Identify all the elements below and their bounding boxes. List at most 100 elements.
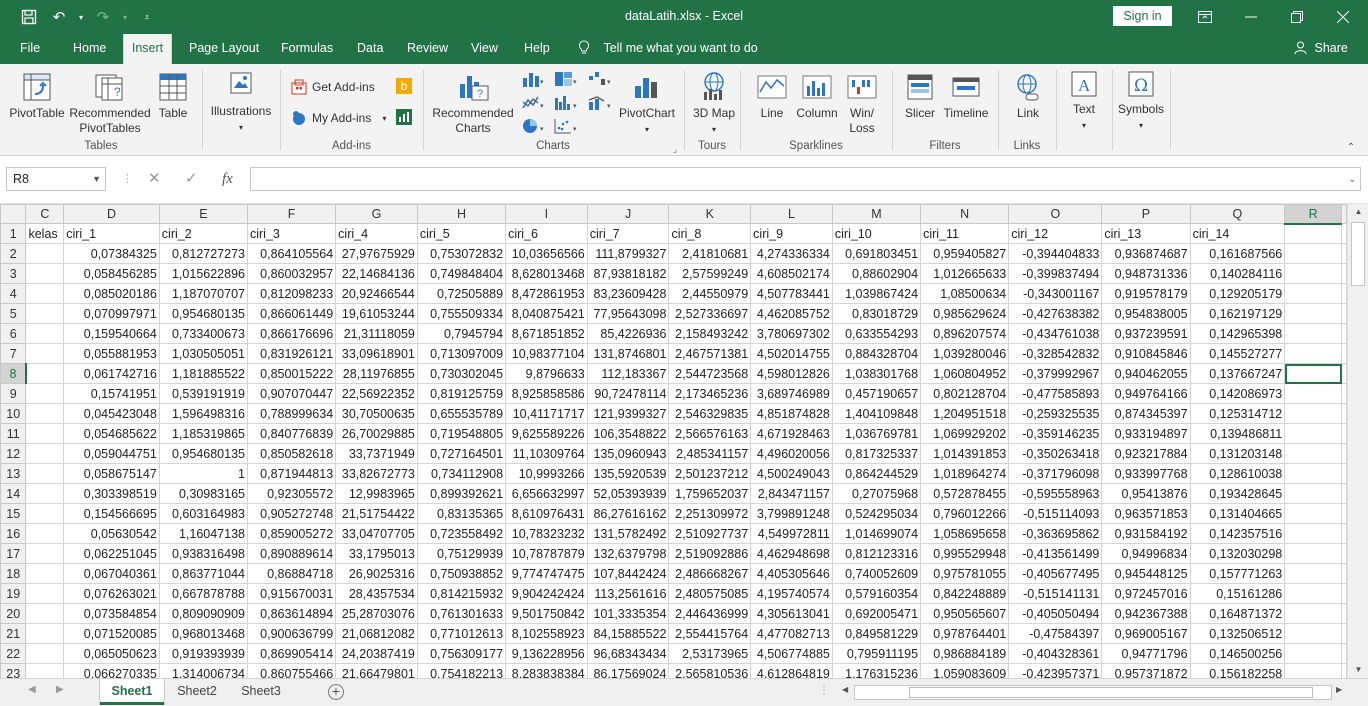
grid-cell[interactable]: 0,579160354 [831, 583, 922, 604]
slicer-button[interactable]: Slicer [900, 72, 940, 121]
grid-cell[interactable]: ciri_13 [1101, 223, 1191, 244]
hierarchy-chart-icon[interactable]: ▾ [553, 70, 579, 90]
row-header[interactable]: 23 [0, 663, 27, 678]
column-header[interactable]: O [1008, 204, 1103, 224]
grid-cell[interactable] [1341, 523, 1347, 544]
grid-cell[interactable]: 1,204951518 [920, 403, 1010, 424]
grid-cell[interactable] [1284, 583, 1342, 604]
grid-cell[interactable]: 4,500249043 [750, 463, 833, 484]
grid-cell[interactable]: ciri_14 [1189, 223, 1286, 244]
grid-cell[interactable]: 0,15161286 [1189, 583, 1286, 604]
grid-cell[interactable]: 0,954680135 [158, 443, 248, 464]
tab-insert[interactable]: Insert [123, 34, 172, 64]
grid-cell[interactable]: 112,183367 [586, 363, 670, 384]
grid-cell[interactable]: 0,691803451 [831, 243, 922, 264]
grid-cell[interactable] [1341, 283, 1347, 304]
grid-cell[interactable]: 0,132506512 [1189, 623, 1286, 644]
grid-cell[interactable]: 0,755509334 [416, 303, 507, 324]
grid-cell[interactable]: 0,062251045 [63, 543, 160, 564]
grid-cell[interactable]: ciri_12 [1008, 223, 1103, 244]
row-header[interactable]: 9 [0, 383, 27, 404]
grid-cell[interactable]: 0,750938852 [416, 563, 507, 584]
grid-cell[interactable]: 0,15741951 [63, 383, 160, 404]
grid-cell[interactable] [25, 303, 65, 324]
grid-cell[interactable]: 0,065050623 [63, 643, 160, 664]
grid-cell[interactable]: 1,039280046 [920, 343, 1010, 364]
waterfall-chart-icon[interactable]: ▾ [587, 70, 613, 90]
grid-cell[interactable]: 10,9993266 [505, 463, 588, 484]
grid-cell[interactable]: 0,863771044 [158, 563, 248, 584]
grid-cell[interactable]: 4,405305646 [750, 563, 833, 584]
grid-cell[interactable]: 2,527336697 [668, 303, 752, 324]
collapse-ribbon-icon[interactable]: ⌃ [1344, 140, 1358, 155]
row-header[interactable]: 19 [0, 583, 27, 604]
grid-cell[interactable]: 107,8442424 [586, 563, 670, 584]
save-icon[interactable] [14, 0, 44, 34]
grid-cell[interactable]: 26,9025316 [335, 563, 418, 584]
grid-cell[interactable] [25, 403, 65, 424]
vertical-scrollbar[interactable]: ▲ ▼ [1347, 204, 1368, 678]
grid-cell[interactable]: 0,819125759 [416, 383, 507, 404]
grid-cell[interactable]: -0,328542832 [1008, 343, 1103, 364]
row-header[interactable]: 2 [0, 243, 27, 264]
grid-cell[interactable]: 0,753072832 [416, 243, 507, 264]
grid-cell[interactable]: -0,427638382 [1008, 303, 1103, 324]
previous-sheet-icon[interactable]: ◀ [28, 684, 36, 695]
grid-cell[interactable] [1284, 243, 1342, 264]
grid-cell[interactable]: 4,671928463 [750, 423, 833, 444]
grid-cell[interactable]: 0,985629624 [920, 303, 1010, 324]
grid-cell[interactable]: ciri_6 [505, 223, 588, 244]
grid-cell[interactable]: 21,31118059 [335, 323, 418, 344]
recommended-pivottables-button[interactable]: ? Recommended PivotTables [68, 72, 152, 136]
line-chart-icon[interactable]: ▾ [521, 94, 545, 114]
grid-cell[interactable]: 0,919578179 [1101, 283, 1191, 304]
grid-cell[interactable]: 0,733400673 [158, 323, 248, 344]
grid-cell[interactable]: 6,656632997 [505, 483, 588, 504]
pivotchart-button[interactable]: PivotChart ▾ [618, 70, 676, 137]
grid-cell[interactable]: 0,849581229 [831, 623, 922, 644]
grid-cell[interactable]: -0,595558963 [1008, 483, 1103, 504]
grid-cell[interactable]: 4,477082713 [750, 623, 833, 644]
grid-cell[interactable]: 0,132030298 [1189, 543, 1286, 564]
grid-cell[interactable]: 0,864105564 [246, 243, 337, 264]
grid-cell[interactable] [1284, 403, 1342, 424]
grid-cell[interactable]: 24,20387419 [335, 643, 418, 664]
row-header[interactable]: 5 [0, 303, 27, 324]
grid-cell[interactable] [1284, 263, 1342, 284]
grid-cell[interactable]: -0,371796098 [1008, 463, 1103, 484]
grid-cell[interactable]: 2,554415764 [668, 623, 752, 644]
grid-cell[interactable]: 0,942367388 [1101, 603, 1191, 624]
grid-cell[interactable]: 22,14684136 [335, 263, 418, 284]
column-header[interactable]: H [416, 204, 507, 224]
grid-cell[interactable]: 2,485341157 [668, 443, 752, 464]
grid-cell[interactable]: 1,16047138 [158, 523, 248, 544]
row-header[interactable]: 22 [0, 643, 27, 664]
grid-cell[interactable]: 0,950565607 [920, 603, 1010, 624]
close-icon[interactable] [1320, 0, 1366, 34]
grid-cell[interactable]: 0,871944813 [246, 463, 337, 484]
restore-icon[interactable] [1274, 0, 1320, 34]
grid-cell[interactable]: 77,95643098 [586, 303, 670, 324]
grid-cell[interactable] [25, 483, 65, 504]
grid-cell[interactable] [1284, 323, 1342, 344]
grid-cell[interactable]: 0,734112908 [416, 463, 507, 484]
grid-cell[interactable]: 0,137667247 [1189, 363, 1286, 384]
grid-cell[interactable]: 0,162197129 [1189, 303, 1286, 324]
grid-cell[interactable]: 0,940462055 [1101, 363, 1191, 384]
grid-cell[interactable] [25, 543, 65, 564]
grid-cell[interactable] [25, 643, 65, 664]
grid-cell[interactable]: 0,145527277 [1189, 343, 1286, 364]
grid-cell[interactable]: -0,394404833 [1008, 243, 1103, 264]
grid-cell[interactable]: 20,92466544 [335, 283, 418, 304]
recommended-charts-button[interactable]: ? Recommended Charts [429, 70, 517, 136]
grid-cell[interactable]: ciri_3 [246, 223, 337, 244]
grid-cell[interactable]: ciri_11 [920, 223, 1010, 244]
grid-cell[interactable]: -0,359146235 [1008, 423, 1103, 444]
grid-cell[interactable]: 0,95413876 [1101, 483, 1191, 504]
column-header[interactable]: J [586, 204, 670, 224]
grid-cell[interactable]: 0,995529948 [920, 543, 1010, 564]
grid-cell[interactable]: 2,41810681 [668, 243, 752, 264]
grid-cell[interactable]: 131,5782492 [586, 523, 670, 544]
grid-cell[interactable] [1341, 643, 1347, 664]
grid-cell[interactable]: 0,054685622 [63, 423, 160, 444]
